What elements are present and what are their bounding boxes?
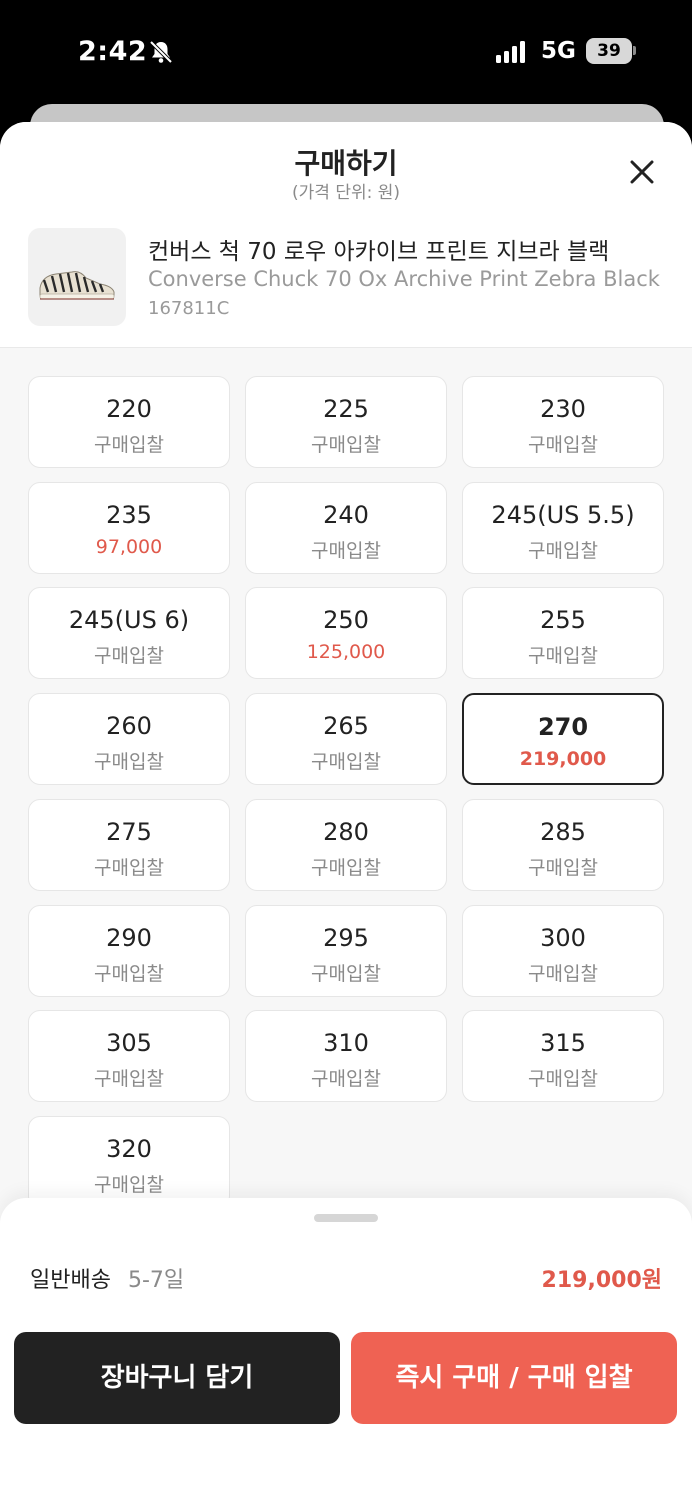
- size-label: 275: [106, 817, 152, 846]
- battery-cap: [633, 46, 636, 55]
- zebra-sneaker-image: [39, 271, 115, 300]
- size-option-260[interactable]: 260 구매입찰: [28, 693, 230, 786]
- size-label: 280: [323, 817, 369, 846]
- signal-icon: [496, 41, 525, 63]
- size-option-250[interactable]: 250 125,000: [245, 587, 447, 680]
- price-unit-note: (가격 단위: 원): [292, 183, 400, 203]
- size-option-315[interactable]: 315 구매입찰: [462, 1010, 664, 1103]
- bid-label: 구매입찰: [94, 962, 164, 985]
- size-option-275[interactable]: 275 구매입찰: [28, 798, 230, 891]
- bell-slash-icon: [149, 40, 173, 64]
- size-option-240[interactable]: 240 구매입찰: [245, 481, 447, 574]
- size-label: 290: [106, 923, 152, 952]
- bid-label: 구매입찰: [528, 645, 598, 668]
- size-option-235[interactable]: 235 97,000: [28, 481, 230, 574]
- size-label: 295: [323, 923, 369, 952]
- size-option-220[interactable]: 220 구매입찰: [28, 376, 230, 468]
- bid-label: 구매입찰: [311, 962, 381, 985]
- size-label: 245(US 5.5): [491, 500, 635, 529]
- product-name-english: Converse Chuck 70 Ox Archive Print Zebra…: [148, 267, 660, 291]
- delivery-days: 5-7일: [128, 1268, 185, 1293]
- size-label: 265: [323, 712, 369, 741]
- size-label: 255: [540, 606, 586, 635]
- battery-icon: 39: [586, 38, 632, 64]
- size-option-230[interactable]: 230 구매입찰: [462, 376, 664, 468]
- product-name-korean: 컨버스 척 70 로우 아카이브 프린트 지브라 블랙: [148, 239, 610, 265]
- bottom-panel: 일반배송 5-7일 219,000원 장바구니 담기 즉시 구매 / 구매 입찰: [0, 1198, 692, 1500]
- size-option-245-US-5.5[interactable]: 245(US 5.5) 구매입찰: [462, 481, 664, 574]
- network-label: 5G: [541, 38, 576, 64]
- size-price: 125,000: [306, 641, 386, 664]
- size-option-280[interactable]: 280 구매입찰: [245, 798, 447, 891]
- bid-label: 구매입찰: [94, 645, 164, 668]
- sheet-header: 구매하기 (가격 단위: 원) 컨버스 척 70 로우 아카이브 프린트 지브라…: [0, 122, 692, 348]
- size-option-255[interactable]: 255 구매입찰: [462, 587, 664, 680]
- size-label: 310: [323, 1029, 369, 1058]
- size-label: 235: [106, 500, 152, 529]
- status-bar: 2:42 5G 39: [0, 0, 692, 104]
- size-label: 225: [323, 395, 369, 423]
- bid-label: 구매입찰: [94, 751, 164, 774]
- size-option-265[interactable]: 265 구매입찰: [245, 693, 447, 786]
- total-price: 219,000원: [541, 1268, 662, 1293]
- bid-label: 구매입찰: [94, 434, 164, 456]
- size-label: 305: [106, 1029, 152, 1058]
- size-option-225[interactable]: 225 구매입찰: [245, 376, 447, 468]
- close-icon[interactable]: [624, 154, 660, 190]
- bid-label: 구매입찰: [311, 1068, 381, 1091]
- bid-label: 구매입찰: [311, 434, 381, 456]
- size-option-310[interactable]: 310 구매입찰: [245, 1010, 447, 1103]
- add-to-cart-button[interactable]: 장바구니 담기: [14, 1332, 340, 1424]
- drag-handle[interactable]: [314, 1214, 378, 1222]
- size-label: 250: [323, 606, 369, 635]
- size-label: 315: [540, 1029, 586, 1058]
- bid-label: 구매입찰: [528, 539, 598, 562]
- bid-label: 구매입찰: [528, 434, 598, 456]
- size-price: 97,000: [95, 535, 163, 558]
- size-label: 240: [323, 500, 369, 529]
- size-label: 300: [540, 923, 586, 952]
- bid-label: 구매입찰: [528, 962, 598, 985]
- size-label: 320: [106, 1134, 152, 1163]
- bid-label: 구매입찰: [528, 856, 598, 879]
- size-label: 270: [537, 713, 589, 742]
- status-time: 2:42: [78, 36, 148, 67]
- bid-label: 구매입찰: [311, 539, 381, 562]
- size-option-320[interactable]: 320 구매입찰: [28, 1115, 230, 1208]
- size-label: 245(US 6): [68, 606, 190, 635]
- bid-label: 구매입찰: [311, 751, 381, 774]
- buy-now-button[interactable]: 즉시 구매 / 구매 입찰: [351, 1332, 677, 1424]
- product-code: 167811C: [148, 298, 230, 319]
- bid-label: 구매입찰: [528, 1068, 598, 1091]
- size-option-295[interactable]: 295 구매입찰: [245, 904, 447, 997]
- size-price: 219,000: [519, 748, 607, 771]
- size-option-285[interactable]: 285 구매입찰: [462, 798, 664, 891]
- sheet-title: 구매하기: [294, 147, 398, 180]
- delivery-label: 일반배송: [30, 1268, 111, 1293]
- bid-label: 구매입찰: [94, 856, 164, 879]
- size-option-270[interactable]: 270 219,000: [462, 693, 664, 786]
- product-thumbnail: [28, 228, 126, 326]
- bid-label: 구매입찰: [311, 856, 381, 879]
- size-label: 220: [106, 395, 152, 423]
- size-label: 230: [540, 395, 586, 423]
- size-label: 285: [540, 817, 586, 846]
- size-label: 260: [106, 712, 152, 741]
- size-option-300[interactable]: 300 구매입찰: [462, 904, 664, 997]
- bid-label: 구매입찰: [94, 1068, 164, 1091]
- bid-label: 구매입찰: [94, 1173, 164, 1196]
- size-option-245-US-6[interactable]: 245(US 6) 구매입찰: [28, 587, 230, 680]
- size-option-305[interactable]: 305 구매입찰: [28, 1010, 230, 1103]
- size-option-290[interactable]: 290 구매입찰: [28, 904, 230, 997]
